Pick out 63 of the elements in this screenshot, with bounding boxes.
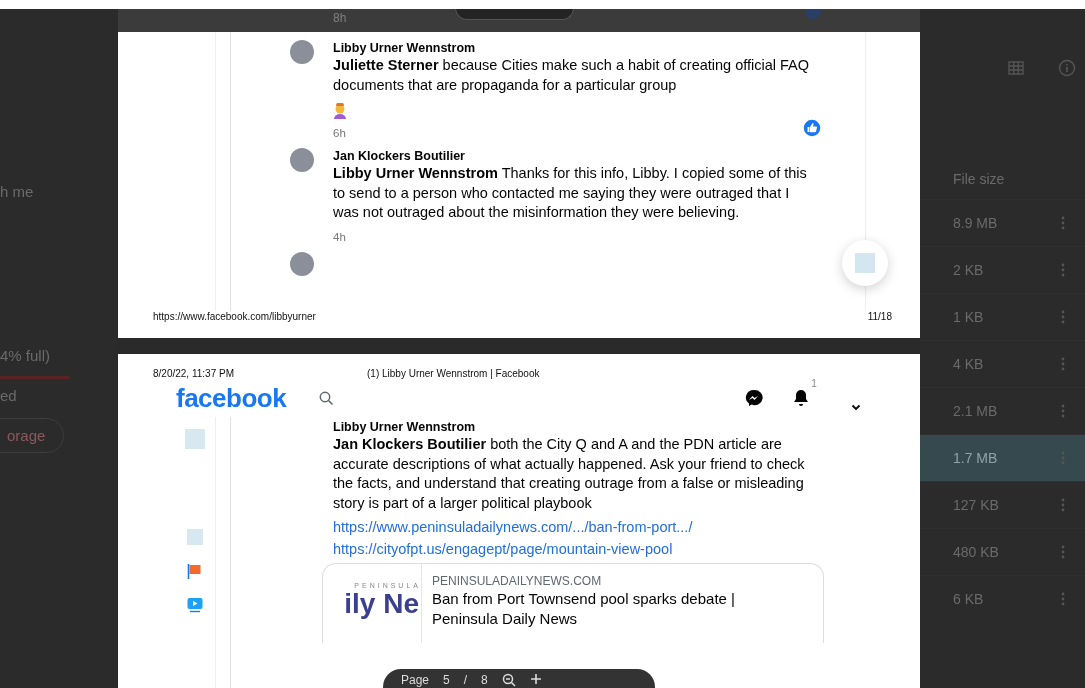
link-title: Ban from Port Townsend pool sparks debate | <box>432 590 735 608</box>
page-separator: / <box>463 673 468 687</box>
more-options-icon[interactable] <box>1061 357 1065 371</box>
nav-label[interactable]: h me <box>0 183 34 200</box>
comment-author[interactable]: Libby Urner Wennstrom <box>333 41 476 55</box>
image-placeholder <box>185 429 205 449</box>
storage-text: 4% full) <box>0 347 51 364</box>
comment-text: Jan Klockers Boutilier both the City Q and A and the PDN article are accurate descriptions of what actually happened. Ask your friend to check the facts, and understand that creating outrage from a false or misleading story is part of a larger political playbook <box>333 435 806 513</box>
total-pages: 8 <box>481 673 488 687</box>
avatar <box>290 251 314 276</box>
more-options-icon[interactable] <box>1061 263 1065 277</box>
floating-button[interactable] <box>842 240 888 286</box>
notification-count: 1 <box>811 378 817 389</box>
comment-time: 8h <box>333 11 347 25</box>
more-options-icon[interactable] <box>1061 592 1065 606</box>
page-label: Page <box>401 673 430 687</box>
file-row[interactable]: 1.7 MB <box>920 434 1085 481</box>
comment-text: Libby Urner Wennstrom Thanks for this info, Libby. I copied some of this to send to a person who contacted me saying they were outraged that I was not outraged about the misinformation they were believing. <box>333 164 808 222</box>
print-date: 8/20/22, 11:37 PM <box>153 368 234 379</box>
page-url: https://www.facebook.com/libbyurner <box>153 311 316 322</box>
comment-author[interactable]: Libby Urner Wennstrom <box>333 420 476 434</box>
facebook-logo[interactable]: facebook <box>176 382 287 414</box>
grid-view-icon[interactable] <box>1008 61 1024 75</box>
comment-link[interactable]: https://cityofpt.us/engagept/page/mountain-view-pool <box>333 541 673 557</box>
storage-note: ed <box>0 387 17 404</box>
file-row[interactable]: 2 KB <box>920 246 1085 293</box>
messenger-icon[interactable] <box>745 389 764 407</box>
comment-text: Juliette Sterner because Cities make such a habit of creating official FAQ documents that are propaganda for a particular group <box>333 56 811 95</box>
image-placeholder <box>187 529 203 545</box>
more-options-icon[interactable] <box>1061 498 1065 512</box>
storage-button[interactable]: orage <box>0 418 65 453</box>
current-page[interactable]: 5 <box>443 673 450 687</box>
file-row[interactable]: 480 KB <box>920 528 1085 575</box>
file-row[interactable]: 6 KB <box>920 575 1085 622</box>
comment-time: 4h <box>333 230 346 243</box>
avatar <box>290 40 314 64</box>
comment-time: 6h <box>333 127 346 139</box>
more-options-icon[interactable] <box>1061 404 1065 418</box>
storage-bar <box>0 376 70 379</box>
more-options-icon[interactable] <box>1061 310 1065 324</box>
page-number: 11/18 <box>867 311 892 322</box>
avatar <box>290 148 314 172</box>
link-subtitle: Peninsula Daily News <box>432 610 579 628</box>
video-icon[interactable] <box>187 597 203 613</box>
file-row[interactable]: 4 KB <box>920 340 1085 387</box>
info-icon[interactable] <box>1058 59 1076 77</box>
plus-icon[interactable] <box>529 673 542 685</box>
column-header[interactable]: File size <box>953 171 1085 187</box>
link-site: PENINSULADAILYNEWS.COM <box>432 574 603 588</box>
comment-link[interactable]: https://www.peninsuladailynews.com/.../ban-from-port.../ <box>333 519 693 535</box>
file-row[interactable]: 8.9 MB <box>920 199 1085 246</box>
comment-author[interactable]: Jan Klockers Boutilier <box>333 149 465 163</box>
emoji-icon <box>333 103 347 119</box>
file-row[interactable]: 127 KB <box>920 481 1085 528</box>
print-title: (1) Libby Urner Wennstrom | Facebook <box>367 368 540 379</box>
zoom-out-icon[interactable] <box>501 673 516 687</box>
bell-icon[interactable] <box>793 389 810 407</box>
flag-icon[interactable] <box>187 563 203 579</box>
file-row[interactable]: 1 KB <box>920 293 1085 340</box>
search-icon[interactable] <box>319 390 335 406</box>
more-options-icon[interactable] <box>1061 216 1065 230</box>
chevron-down-icon[interactable] <box>851 403 862 411</box>
more-options-icon[interactable] <box>1061 545 1065 559</box>
